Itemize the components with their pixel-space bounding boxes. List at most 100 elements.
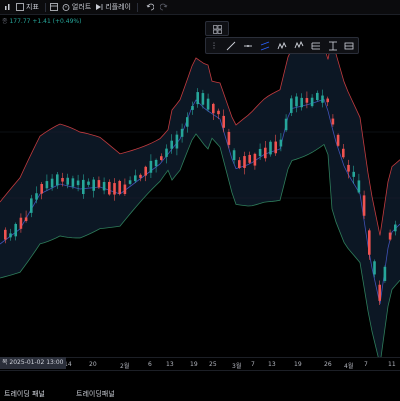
candle-body bbox=[378, 284, 381, 301]
candle-body bbox=[305, 98, 309, 103]
candle-body bbox=[4, 229, 7, 240]
candle-body bbox=[61, 177, 64, 182]
candle-body bbox=[97, 180, 101, 188]
candle-body bbox=[50, 178, 54, 188]
bottom-panel: 트레이딩 패널 트레이딩패널 bbox=[0, 370, 400, 401]
candle-body bbox=[201, 93, 205, 105]
price-chart[interactable] bbox=[0, 15, 400, 357]
candle-body bbox=[9, 233, 12, 238]
undo-button[interactable] bbox=[146, 3, 154, 11]
time-axis-tick-label: 4월 bbox=[344, 363, 354, 370]
candle-body bbox=[175, 134, 179, 149]
alarm-clock-icon bbox=[62, 3, 70, 11]
candle-body bbox=[118, 180, 121, 194]
candle-body bbox=[160, 156, 163, 161]
time-axis-tick-label: 26 bbox=[324, 361, 332, 368]
candle-body bbox=[92, 179, 95, 191]
time-axis-tick-label: 11 bbox=[388, 361, 396, 368]
candle-body bbox=[217, 110, 220, 115]
symbol-legend: 종 177.77 +1.41 (+0.49%) bbox=[2, 16, 81, 25]
candle-body bbox=[383, 266, 387, 281]
candle-body bbox=[165, 148, 168, 157]
time-axis-tick-label: 7 bbox=[364, 361, 368, 368]
candle-body bbox=[123, 184, 127, 195]
measure-range-icon[interactable] bbox=[327, 40, 338, 51]
candle-body bbox=[274, 141, 277, 154]
undo-icon bbox=[146, 3, 154, 11]
candle-body bbox=[206, 98, 210, 110]
toolbar-divider bbox=[136, 2, 138, 12]
candle-body bbox=[373, 261, 376, 275]
drawing-toolbar-toggle[interactable] bbox=[205, 21, 229, 36]
layout-button[interactable] bbox=[4, 3, 12, 11]
alerts-button[interactable]: 얼러트 bbox=[62, 2, 91, 12]
trend-line-icon[interactable] bbox=[226, 40, 237, 51]
toolbar-divider bbox=[44, 2, 46, 12]
redo-button[interactable] bbox=[159, 3, 168, 11]
candle-body bbox=[248, 154, 251, 163]
indicators-button[interactable]: 지표 bbox=[16, 2, 39, 12]
candle-body bbox=[253, 153, 257, 166]
candle-body bbox=[149, 160, 153, 173]
time-axis-tick-label: 13 bbox=[166, 361, 174, 368]
zigzag-pattern-icon[interactable] bbox=[276, 40, 287, 51]
candle-body bbox=[321, 95, 324, 103]
elliott-wave-icon[interactable] bbox=[293, 40, 304, 51]
replay-button[interactable]: 리플레이 bbox=[95, 2, 131, 12]
time-axis-tick-label: 20 bbox=[89, 361, 97, 368]
candle-body bbox=[290, 98, 293, 113]
candle-body bbox=[108, 181, 111, 195]
candle-body bbox=[134, 175, 137, 182]
candle-body bbox=[71, 178, 75, 187]
candle-body bbox=[279, 139, 283, 147]
replay-icon bbox=[95, 3, 103, 11]
candle-body bbox=[284, 118, 288, 131]
candle-body bbox=[14, 223, 17, 237]
candle-body bbox=[87, 181, 90, 185]
candle-body bbox=[300, 97, 303, 108]
rectangle-tool-icon[interactable] bbox=[344, 40, 355, 51]
templates-button[interactable] bbox=[49, 3, 58, 11]
candle-body bbox=[238, 160, 241, 168]
candle-body bbox=[35, 193, 38, 200]
legend-change: +1.41 (+0.49%) bbox=[32, 18, 82, 25]
candle-body bbox=[19, 217, 23, 229]
fibonacci-icon[interactable] bbox=[310, 40, 321, 51]
candle-body bbox=[56, 174, 59, 186]
candle-body bbox=[394, 224, 397, 232]
candle-body bbox=[144, 166, 147, 176]
tab-trading-panel[interactable]: 트레이딩 패널 bbox=[4, 389, 45, 399]
candle-body bbox=[222, 115, 225, 128]
alerts-label: 얼러트 bbox=[71, 3, 92, 11]
time-axis-tick-label: 7 bbox=[251, 361, 255, 368]
candle-body bbox=[24, 217, 28, 222]
replay-label: 리플레이 bbox=[105, 3, 131, 11]
time-axis-tick-label: 19 bbox=[294, 361, 302, 368]
time-axis-tick-label: 6 bbox=[148, 361, 152, 368]
horizontal-line-icon[interactable] bbox=[243, 40, 254, 51]
candle-body bbox=[368, 230, 371, 255]
parallel-channel-icon[interactable] bbox=[260, 40, 271, 51]
candle-body bbox=[154, 159, 158, 167]
legend-prefix: 종 bbox=[2, 18, 8, 25]
candle-body bbox=[316, 92, 319, 101]
candle-body bbox=[30, 198, 33, 213]
bollinger-band-fill bbox=[0, 37, 400, 357]
grid-icon bbox=[16, 3, 24, 11]
candle-body bbox=[243, 156, 246, 168]
candle-body bbox=[352, 171, 355, 177]
candle-body bbox=[310, 97, 314, 107]
candle-body bbox=[347, 164, 350, 172]
candle-body bbox=[170, 140, 173, 149]
toggle-icon bbox=[212, 19, 222, 38]
time-axis-tick-label: 19 bbox=[190, 361, 198, 368]
tab-trading-panel-2[interactable]: 트레이딩패널 bbox=[76, 389, 115, 399]
candle-body bbox=[66, 177, 69, 185]
top-toolbar: 지표 얼러트 리플레이 bbox=[0, 0, 400, 15]
candle-body bbox=[342, 148, 345, 158]
drag-handle-icon[interactable] bbox=[209, 40, 220, 51]
candle-body bbox=[336, 134, 340, 146]
candle-body bbox=[264, 147, 267, 159]
candle-body bbox=[388, 232, 392, 240]
candle-body bbox=[258, 148, 262, 157]
